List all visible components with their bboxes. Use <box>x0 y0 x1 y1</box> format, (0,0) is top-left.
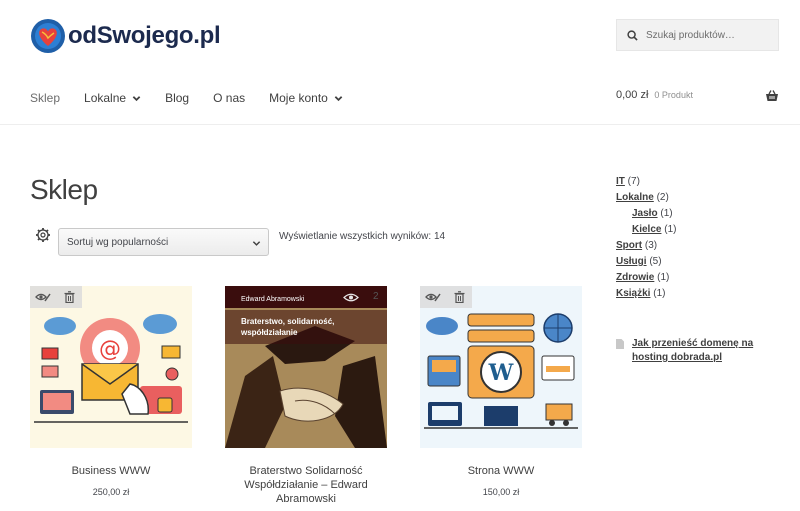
product-search[interactable] <box>616 19 779 51</box>
product-price: 150,00 zł <box>482 487 520 497</box>
email-illustration: @ <box>34 314 188 423</box>
product-badge-count: 2 <box>373 291 379 302</box>
sort-order-select[interactable]: Sortuj wg popularności <box>58 228 269 256</box>
search-input[interactable] <box>646 29 771 41</box>
cart-total: 0,00 zł <box>616 89 649 101</box>
product-price: 250,00 zł <box>92 487 130 497</box>
chevron-down-icon <box>334 95 343 101</box>
category-item: Sport (3) <box>616 238 676 254</box>
svg-text:@: @ <box>99 337 121 362</box>
category-item: Kielce (1) <box>616 222 676 238</box>
category-item: Zdrowie (1) <box>616 270 676 286</box>
quick-view-button[interactable] <box>30 286 56 308</box>
product-categories-widget: IT (7) Lokalne (2) Jasło (1) Kielce (1) … <box>616 174 676 302</box>
nav-item-sklep[interactable]: Sklep <box>30 91 60 105</box>
book-author-label: Edward Abramowski <box>241 296 305 303</box>
product-name[interactable]: Strona WWW <box>420 464 582 478</box>
category-link[interactable]: Jasło <box>632 208 658 219</box>
header-divider <box>0 124 800 125</box>
settings-gear-icon[interactable] <box>35 227 51 243</box>
quick-view-button[interactable] <box>420 286 446 308</box>
category-link[interactable]: Zdrowie <box>616 272 654 283</box>
category-count: (1) <box>664 224 677 235</box>
nav-item-label: Sklep <box>30 91 61 105</box>
book-title-label: Braterstwo, solidarność, współdziałanie <box>241 317 335 337</box>
chevron-down-icon <box>252 241 261 246</box>
nav-item-label: Moje konto <box>269 91 328 105</box>
product-name[interactable]: Business WWW <box>30 464 192 478</box>
category-item: Książki (1) <box>616 286 676 302</box>
product-image-email-marketing[interactable]: @ <box>30 286 192 448</box>
trash-icon <box>454 291 464 303</box>
search-icon <box>627 29 638 41</box>
nav-item-moje-konto[interactable]: Moje konto <box>269 91 343 105</box>
product-name[interactable]: Braterstwo Solidarność Współdziałanie – … <box>225 464 387 506</box>
recent-post-item: Jak przenieść domenę na hosting dobrada.… <box>616 337 786 365</box>
product-card[interactable]: Edward Abramowski Braterstwo, solidarnoś… <box>225 286 387 511</box>
category-link[interactable]: Usługi <box>616 256 647 267</box>
category-link[interactable]: Książki <box>616 288 650 299</box>
category-link[interactable]: Kielce <box>632 224 661 235</box>
category-count: (1) <box>653 288 666 299</box>
product-image-book-cover[interactable]: Edward Abramowski Braterstwo, solidarnoś… <box>225 286 387 448</box>
eye-edit-icon <box>35 293 51 302</box>
category-link[interactable]: Lokalne <box>616 192 654 203</box>
category-count: (7) <box>627 176 640 187</box>
category-link[interactable]: Sport <box>616 240 642 251</box>
nav-item-label: O nas <box>213 91 246 105</box>
category-count: (2) <box>656 192 669 203</box>
nav-item-lokalne[interactable]: Lokalne <box>84 91 141 105</box>
book-cover-illustration <box>225 286 387 448</box>
nav-item-label: Blog <box>165 91 190 105</box>
nav-item-o-nas[interactable]: O nas <box>213 91 245 105</box>
recent-post-link[interactable]: Jak przenieść domenę na hosting dobrada.… <box>632 337 786 365</box>
eye-edit-icon <box>425 293 441 302</box>
category-link[interactable]: IT <box>616 176 625 187</box>
trash-icon <box>64 291 74 303</box>
product-card[interactable]: W Strona WWW 150,00 zł <box>420 286 582 497</box>
category-item: Jasło (1) <box>616 206 676 222</box>
delete-button[interactable] <box>56 286 82 308</box>
product-quick-actions <box>420 286 472 308</box>
heart-globe-logo-icon <box>31 19 65 53</box>
category-count: (5) <box>649 256 662 267</box>
category-item: Usługi (5) <box>616 254 676 270</box>
category-count: (3) <box>644 240 658 251</box>
product-image-wordpress[interactable]: W <box>420 286 582 448</box>
product-card[interactable]: @ Business WWW 250,00 zł <box>30 286 192 497</box>
header-cart[interactable]: 0,00 zł 0 Produkt <box>616 89 779 101</box>
cart-count: 0 Produkt <box>654 90 693 100</box>
sort-selected-value: Sortuj wg popularności <box>67 236 169 248</box>
site-logo[interactable]: odSwojego.pl <box>30 18 221 54</box>
chevron-down-icon <box>132 95 141 101</box>
eye-icon[interactable] <box>343 292 359 303</box>
document-icon <box>616 339 624 349</box>
category-count: (1) <box>657 272 670 283</box>
site-title: odSwojego.pl <box>68 22 221 49</box>
result-count: Wyświetlanie wszystkich wyników: 14 <box>279 231 446 242</box>
product-quick-actions <box>30 286 82 308</box>
delete-button[interactable] <box>446 286 472 308</box>
svg-text:W: W <box>488 360 514 386</box>
wordpress-illustration: W <box>424 313 578 429</box>
nav-item-label: Lokalne <box>84 91 127 105</box>
category-count: (1) <box>660 208 673 219</box>
category-item: IT (7) <box>616 174 676 190</box>
page-title: Sklep <box>30 174 98 205</box>
nav-item-blog[interactable]: Blog <box>165 91 189 105</box>
category-item: Lokalne (2) <box>616 190 676 206</box>
primary-navigation: Sklep Lokalne Blog O nas Moje konto <box>30 88 367 108</box>
basket-icon[interactable] <box>765 89 779 103</box>
